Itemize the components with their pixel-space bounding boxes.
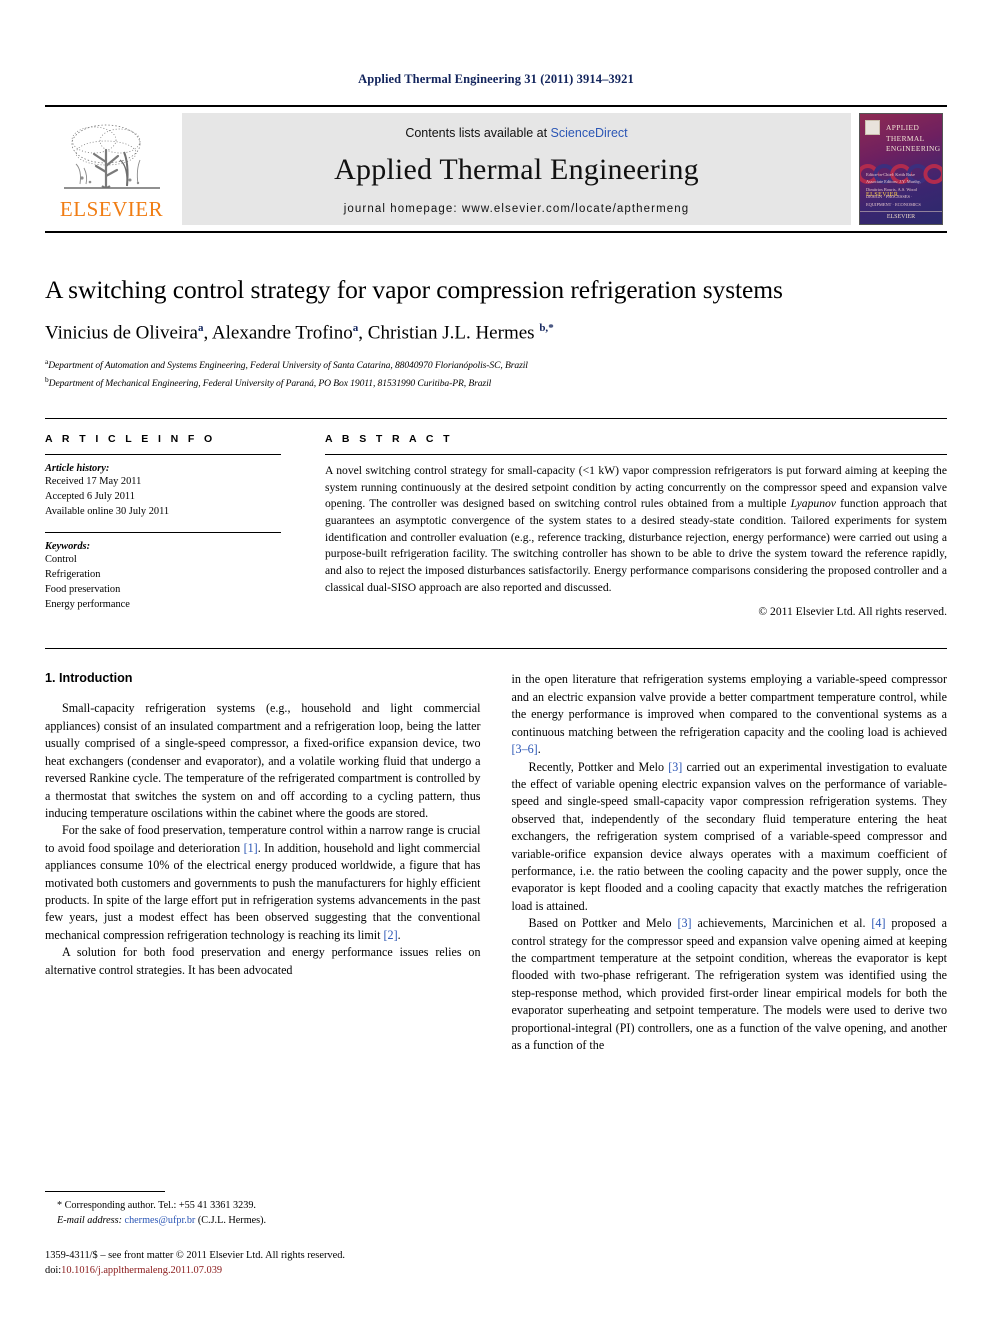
right-column: in the open literature that refrigeratio… xyxy=(512,671,948,1153)
cover-art: APPLIED THERMAL ENGINEERING Editor-in-Ch… xyxy=(859,113,943,225)
keyword-item: Food preservation xyxy=(45,583,121,595)
cover-editors-note: Editor-in-Chief: Keith Ruse xyxy=(866,171,915,177)
journal-cover-thumbnail: APPLIED THERMAL ENGINEERING Editor-in-Ch… xyxy=(855,107,947,231)
paragraph: Based on Pottker and Melo [3] achievemen… xyxy=(512,915,948,1054)
doi-label: doi: xyxy=(45,1265,62,1277)
email-footnote: E-mail address: chermes@ufpr.br (C.J.L. … xyxy=(45,1213,475,1228)
elsevier-logo: ELSEVIER xyxy=(45,107,178,231)
affiliation: aDepartment of Automation and Systems En… xyxy=(45,356,947,374)
footnote-divider xyxy=(45,1191,165,1193)
citation-link[interactable]: [4] xyxy=(871,916,885,930)
author-list: Vinicius de Oliveiraa, Alexandre Trofino… xyxy=(45,322,554,344)
abstract-column: A B S T R A C T A novel switching contro… xyxy=(325,432,947,619)
keyword-item: Control xyxy=(45,554,77,566)
divider xyxy=(325,453,947,455)
author-affil-mark: b, xyxy=(539,322,549,335)
article-info-heading: A R T I C L E I N F O xyxy=(45,432,216,445)
journal-title: Applied Thermal Engineering xyxy=(334,152,699,186)
paragraph-part: . xyxy=(397,927,401,942)
paragraph-part: Based on Pottker and Melo xyxy=(528,916,678,931)
cover-title-lines: APPLIED THERMAL ENGINEERING xyxy=(886,123,940,155)
paragraph-part: Recently, Pottker and Melo xyxy=(528,759,669,774)
email-owner: (C.J.L. Hermes). xyxy=(197,1215,267,1227)
email-label: E-mail address: xyxy=(57,1215,122,1227)
paragraph: For the sake of food preservation, tempe… xyxy=(45,822,481,944)
article-history-item: Accepted 6 July 2011 xyxy=(45,490,135,502)
abstract-italic-term: Lyapunov xyxy=(790,497,836,511)
elsevier-wordmark: ELSEVIER xyxy=(59,197,164,221)
journal-masthead: ELSEVIER Contents lists available at Sci… xyxy=(45,105,947,233)
section-title-introduction: 1. Introduction xyxy=(45,671,133,686)
affiliation: bDepartment of Mechanical Engineering, F… xyxy=(45,374,947,392)
journal-homepage-link[interactable]: journal homepage: www.elsevier.com/locat… xyxy=(344,203,690,215)
contents-available-line: Contents lists available at ScienceDirec… xyxy=(405,126,627,140)
running-head: Applied Thermal Engineering 31 (2011) 39… xyxy=(358,72,634,86)
cover-elsevier-badge-icon xyxy=(865,120,880,135)
contents-prefix: Contents lists available at xyxy=(405,125,551,140)
paragraph: A solution for both food preservation an… xyxy=(45,945,481,977)
left-column: 1. Introduction Small-capacity refrigera… xyxy=(45,671,481,1153)
sciencedirect-link[interactable]: ScienceDirect xyxy=(551,126,628,140)
cover-brand: ELSEVIER xyxy=(860,211,942,220)
author-name: Vinicius de Oliveira xyxy=(45,322,198,344)
citation-link[interactable]: [3–6] xyxy=(512,742,538,756)
paragraph: Small-capacity refrigeration systems (e.… xyxy=(45,701,481,820)
paragraph-part: . xyxy=(537,742,541,757)
masthead-center: Contents lists available at ScienceDirec… xyxy=(182,113,851,225)
cover-title-line-2: THERMAL xyxy=(886,133,925,143)
corresponding-author-footnote: * Corresponding author. Tel.: +55 41 336… xyxy=(57,1200,256,1212)
article-history-item: Received 17 May 2011 xyxy=(45,475,142,487)
copyright-line: © 2011 Elsevier Ltd. All rights reserved… xyxy=(758,605,947,619)
article-history-label: Article history: xyxy=(45,462,110,474)
author-name: Alexandre Trofino xyxy=(211,322,353,344)
article-info-column: A R T I C L E I N F O Article history: R… xyxy=(45,433,281,619)
keyword-item: Energy performance xyxy=(45,598,130,610)
issn-line: 1359-4311/$ – see front matter © 2011 El… xyxy=(45,1249,346,1261)
doi-link[interactable]: 10.1016/j.applthermaleng.2011.07.039 xyxy=(61,1265,222,1276)
paragraph-part: in the open literature that refrigeratio… xyxy=(511,672,948,739)
cover-editor-lines: Editor-in-Chief: Keith Ruse Associate Ed… xyxy=(866,171,936,208)
citation-link[interactable]: [1] xyxy=(244,841,258,855)
corresponding-author-marker: * xyxy=(548,322,554,335)
paragraph: Recently, Pottker and Melo [3] carried o… xyxy=(512,759,948,916)
author-affil-mark: a xyxy=(197,322,204,335)
affiliation-text: Department of Automation and Systems Eng… xyxy=(48,360,528,372)
cover-highlight-text: ELSEVIER xyxy=(866,192,899,198)
email-link[interactable]: chermes@ufpr.br xyxy=(125,1215,196,1226)
article-info-abstract-panel: A R T I C L E I N F O Article history: R… xyxy=(45,417,947,619)
cover-editors-list: Associate Editors: J.Y. Murthy, Dimitrio… xyxy=(866,179,921,192)
affiliation-text: Department of Mechanical Engineering, Fe… xyxy=(48,378,492,390)
paper-page: Applied Thermal Engineering 31 (2011) 39… xyxy=(0,0,992,1323)
divider xyxy=(45,532,281,534)
citation-link[interactable]: [2] xyxy=(384,928,398,942)
keyword-item: Refrigeration xyxy=(45,569,101,581)
paragraph: in the open literature that refrigeratio… xyxy=(512,671,948,758)
body-columns: 1. Introduction Small-capacity refrigera… xyxy=(45,648,947,1153)
cover-title-line-1: APPLIED xyxy=(886,123,920,132)
elsevier-tree-icon xyxy=(63,124,160,189)
footnote-area: * Corresponding author. Tel.: +55 41 336… xyxy=(45,1191,475,1279)
citation-link[interactable]: [3] xyxy=(668,760,682,774)
cover-title-line-3: ENGINEERING xyxy=(886,144,941,154)
abstract-text: A novel switching control strategy for s… xyxy=(325,463,947,597)
citation-link[interactable]: [3] xyxy=(677,916,691,930)
author-affil-mark: a xyxy=(352,322,359,335)
title-block: A switching control strategy for vapor c… xyxy=(45,275,947,392)
paragraph-part: carried out an experimental investigatio… xyxy=(511,759,948,913)
abstract-heading: A B S T R A C T xyxy=(325,432,453,445)
page-title: A switching control strategy for vapor c… xyxy=(45,275,783,304)
keywords-label: Keywords: xyxy=(45,541,91,553)
author-name: Christian J.L. Hermes xyxy=(367,322,535,344)
paragraph-part: . In addition, household and light comme… xyxy=(45,840,481,942)
divider xyxy=(45,453,281,455)
article-history-item: Available online 30 July 2011 xyxy=(45,505,170,517)
abstract-part-2: function approach that guarantees an asy… xyxy=(325,497,947,594)
paragraph-part: proposed a control strategy for the comp… xyxy=(511,916,948,1052)
paragraph-part: achievements, Marcinichen et al. xyxy=(691,916,872,931)
doi-line: doi:10.1016/j.applthermaleng.2011.07.039 xyxy=(45,1263,475,1279)
issn-copyright-footer: 1359-4311/$ – see front matter © 2011 El… xyxy=(45,1248,475,1279)
